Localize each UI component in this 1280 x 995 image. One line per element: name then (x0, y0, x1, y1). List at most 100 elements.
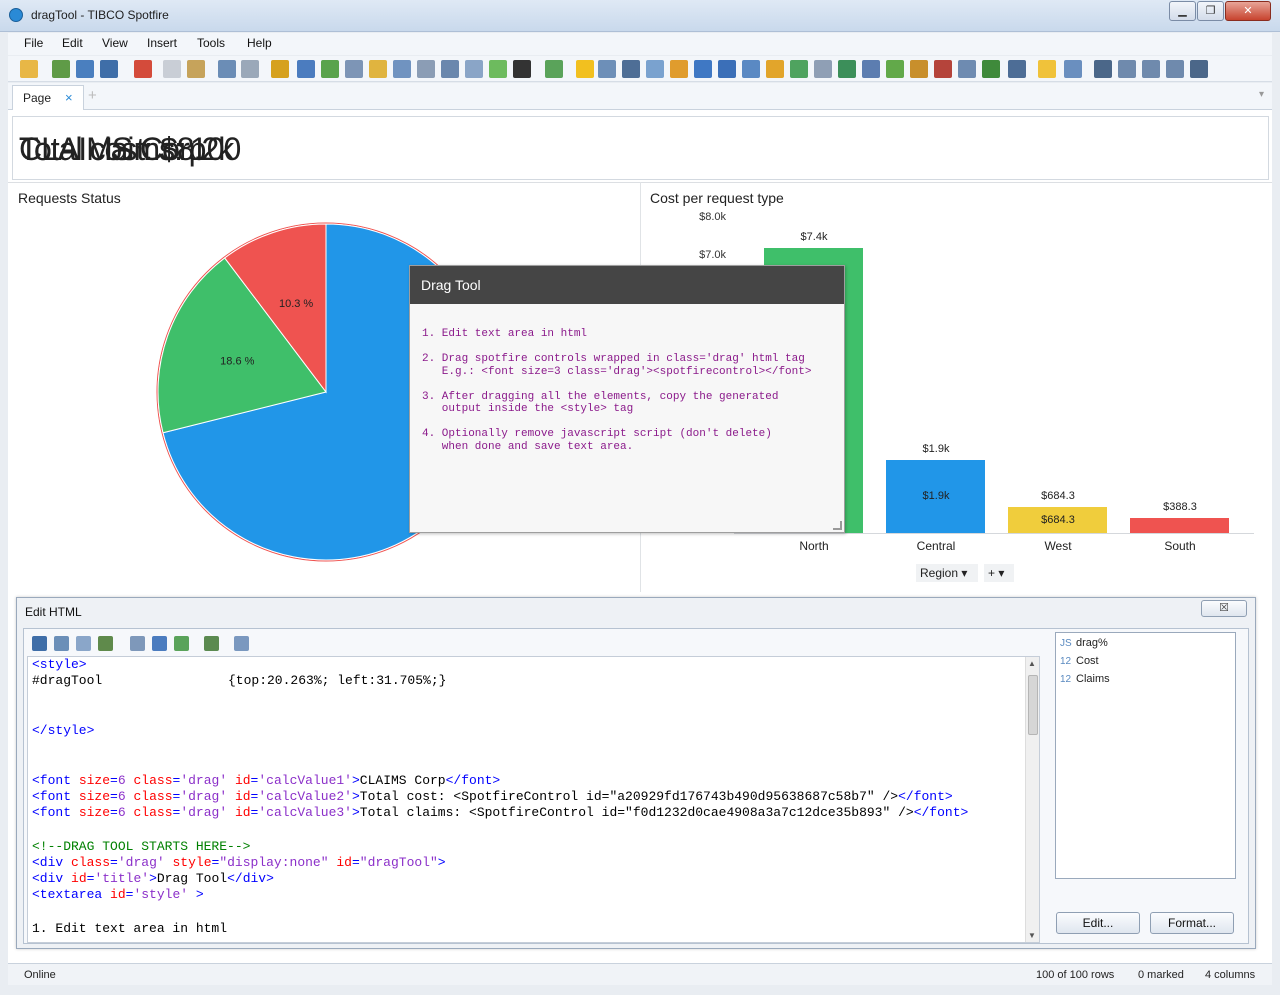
chevron-down-icon[interactable]: ▾ (1259, 89, 1264, 100)
script-icon: JS (1060, 638, 1072, 649)
calc-value-3[interactable]: Total claims: 100 (19, 131, 241, 168)
maximize-viz-icon[interactable] (1190, 60, 1208, 78)
paste-icon[interactable] (187, 60, 205, 78)
edit-button[interactable]: Edit... (1056, 912, 1140, 934)
code-token: 'calcValue2' (258, 789, 352, 804)
redo-icon[interactable] (241, 60, 259, 78)
color-scheme-icon[interactable] (513, 60, 531, 78)
javascript-icon[interactable] (234, 636, 249, 651)
layout-4-icon[interactable] (1166, 60, 1184, 78)
code-token: = (110, 773, 118, 788)
undo-icon[interactable] (218, 60, 236, 78)
code-token: "dragTool" (359, 855, 438, 870)
filter-icon[interactable] (152, 636, 167, 651)
pie-chart-icon[interactable] (766, 60, 784, 78)
close-window-button[interactable]: ✕ (1225, 1, 1271, 21)
x-axis-selector[interactable]: Region ▾ (916, 564, 978, 582)
drag-tool-panel[interactable]: Drag Tool 1. Edit text area in html 2. D… (409, 265, 845, 533)
settings-icon[interactable] (1064, 60, 1082, 78)
bookmark-icon[interactable] (393, 60, 411, 78)
menu-edit[interactable]: Edit (62, 36, 83, 50)
code-token: 'calcValue3' (258, 805, 352, 820)
save-icon[interactable] (100, 60, 118, 78)
summary-table-icon[interactable] (622, 60, 640, 78)
dynamic-item-icon[interactable] (174, 636, 189, 651)
insert-property-icon[interactable] (98, 636, 113, 651)
menu-tools[interactable]: Tools (197, 36, 225, 50)
details-icon[interactable] (345, 60, 363, 78)
map-chart-icon[interactable] (838, 60, 856, 78)
treemap-icon[interactable] (862, 60, 880, 78)
add-axis-selector[interactable]: + ▾ (984, 564, 1014, 582)
table-icon[interactable] (598, 60, 616, 78)
action-control-icon[interactable] (130, 636, 145, 651)
html-code-editor[interactable]: <style> #dragTool {top:20.263%; left:31.7… (27, 656, 1040, 943)
properties-list[interactable]: JS drag% 12 Cost 12 Claims (1055, 632, 1236, 879)
html-icon[interactable] (441, 60, 459, 78)
text-area-icon[interactable] (1008, 60, 1026, 78)
marked-count: 0 marked (1138, 969, 1184, 981)
add-page-icon[interactable]: + (88, 87, 97, 104)
scroll-up-icon[interactable]: ▲ (1028, 659, 1036, 668)
property-item[interactable]: JS drag% (1060, 637, 1108, 649)
summary-icon[interactable] (934, 60, 952, 78)
tags-icon[interactable] (369, 60, 387, 78)
layout-3-icon[interactable] (1142, 60, 1160, 78)
combination-chart-icon[interactable] (742, 60, 760, 78)
open-icon[interactable] (20, 60, 38, 78)
tab-page[interactable]: Page × (12, 85, 84, 110)
waterfall-icon[interactable] (982, 60, 1000, 78)
heat-map-icon[interactable] (886, 60, 904, 78)
menu-file[interactable]: File (24, 36, 43, 50)
code-token: > (351, 805, 360, 820)
reload-icon[interactable] (76, 60, 94, 78)
cross-table-icon[interactable] (646, 60, 664, 78)
menu-insert[interactable]: Insert (147, 36, 177, 50)
bar[interactable] (1130, 518, 1229, 533)
property-item[interactable]: 12 Cost (1060, 655, 1099, 667)
save-icon[interactable] (32, 636, 47, 651)
dialog-close-button[interactable]: ☒ (1201, 600, 1247, 617)
filter-icon[interactable] (297, 60, 315, 78)
lines-icon[interactable] (465, 60, 483, 78)
line-chart-icon[interactable] (718, 60, 736, 78)
code-token: <div (32, 871, 64, 886)
layout-1-icon[interactable] (1094, 60, 1112, 78)
note-icon[interactable] (1038, 60, 1056, 78)
tab-close-icon[interactable]: × (65, 90, 73, 105)
drag-tool-instructions[interactable]: 1. Edit text area in html 2. Drag spotfi… (422, 328, 832, 453)
layout-2-icon[interactable] (1118, 60, 1136, 78)
maximize-button[interactable]: ❐ (1197, 1, 1224, 21)
bar-inner-label: $684.3 (1041, 514, 1075, 526)
code-line: #dragTool {top:20.263%; left:31.705%;} (32, 673, 446, 689)
editor-scrollbar[interactable]: ▲ ▼ (1025, 657, 1039, 942)
resize-grip-icon[interactable] (833, 521, 842, 530)
export-pdf-icon[interactable] (134, 60, 152, 78)
format-button[interactable]: Format... (1150, 912, 1234, 934)
add-data-icon[interactable] (52, 60, 70, 78)
scrollbar-thumb[interactable] (1028, 675, 1038, 735)
data-table-icon[interactable] (321, 60, 339, 78)
menu-help[interactable]: Help (247, 36, 272, 50)
parallel-coordinate-icon[interactable] (910, 60, 928, 78)
menu-view[interactable]: View (102, 36, 128, 50)
drag-tool-header[interactable]: Drag Tool (410, 266, 844, 304)
code-token: id (110, 887, 126, 902)
reset-icon[interactable] (271, 60, 289, 78)
3d-scatter-icon[interactable] (814, 60, 832, 78)
copy-icon[interactable] (163, 60, 181, 78)
image-icon[interactable] (54, 636, 69, 651)
property-control-icon[interactable] (204, 636, 219, 651)
comment-icon[interactable] (489, 60, 507, 78)
graphical-table-icon[interactable] (670, 60, 688, 78)
minimize-button[interactable]: ▁ (1169, 1, 1196, 21)
insights-icon[interactable] (576, 60, 594, 78)
new-visualization-icon[interactable] (545, 60, 563, 78)
scatter-plot-icon[interactable] (790, 60, 808, 78)
bar-chart-icon[interactable] (694, 60, 712, 78)
scroll-down-icon[interactable]: ▼ (1028, 931, 1036, 940)
box-plot-icon[interactable] (958, 60, 976, 78)
lists-icon[interactable] (417, 60, 435, 78)
link-icon[interactable] (76, 636, 91, 651)
property-item[interactable]: 12 Claims (1060, 673, 1110, 685)
